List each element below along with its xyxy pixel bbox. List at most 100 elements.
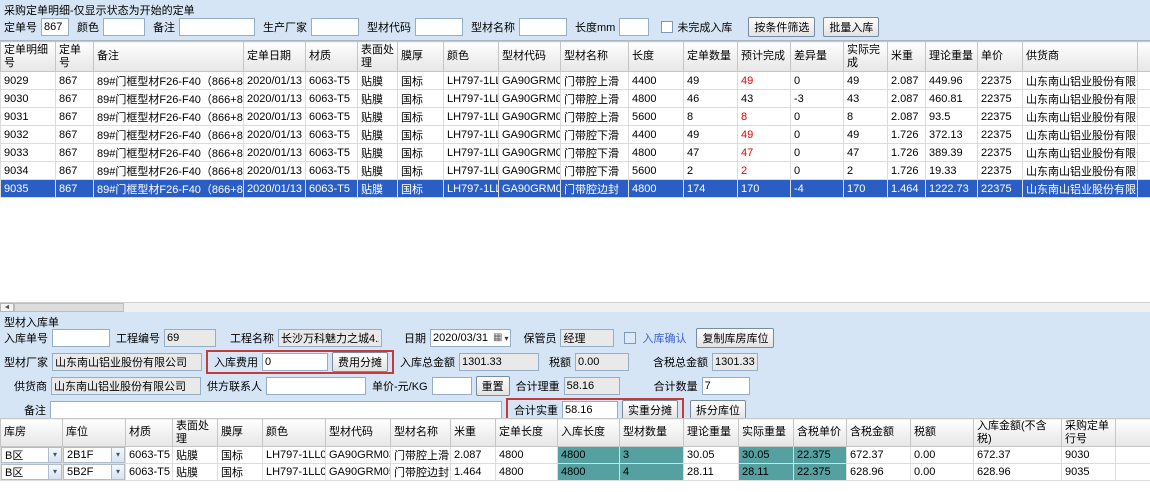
column-header[interactable]: 表面处理	[173, 419, 218, 447]
total-theoretical-weight-input[interactable]	[564, 377, 620, 395]
project-name-input[interactable]	[278, 329, 382, 347]
date-picker[interactable]: ▦ ▾	[430, 329, 511, 347]
warehouse-select[interactable]: B区▾	[1, 464, 62, 480]
cell: 0.00	[911, 464, 974, 481]
total-actual-weight-input[interactable]	[562, 401, 618, 419]
actual-weight-share-button[interactable]: 实重分摊	[622, 400, 678, 420]
column-header[interactable]: 预计完成	[738, 42, 791, 72]
keeper-input[interactable]	[560, 329, 614, 347]
column-header[interactable]: 单价	[978, 42, 1023, 72]
supplier-input[interactable]	[51, 377, 201, 395]
fee-share-button[interactable]: 费用分摊	[332, 352, 388, 372]
column-header[interactable]: 表面处理	[358, 42, 398, 72]
scroll-left-icon[interactable]: ◄	[0, 303, 14, 312]
chevron-down-icon[interactable]: ▾	[504, 334, 508, 343]
inbound-fee-input[interactable]	[262, 353, 328, 371]
profile-code-input[interactable]	[415, 18, 463, 36]
supplier-contact-input[interactable]	[266, 377, 366, 395]
color-input[interactable]	[103, 18, 145, 36]
column-header[interactable]: 理论重量	[684, 419, 739, 447]
column-header[interactable]: 税额	[911, 419, 974, 447]
cell	[1138, 180, 1150, 198]
column-header[interactable]: 定单号	[56, 42, 94, 72]
table-row[interactable]: 903586789#门框型材F26-F40（866+867）2020/01/13…	[1, 180, 1150, 198]
table-row[interactable]: 903286789#门框型材F26-F40（866+867）2020/01/13…	[1, 126, 1150, 144]
chevron-down-icon[interactable]: ▾	[111, 465, 124, 479]
horizontal-scrollbar[interactable]: ◄	[0, 302, 1150, 312]
column-header[interactable]: 长度	[629, 42, 684, 72]
column-header[interactable]: 定单数量	[684, 42, 738, 72]
scrollbar-thumb[interactable]	[14, 303, 124, 312]
remark-input[interactable]	[179, 18, 255, 36]
column-header[interactable]: 备注	[94, 42, 244, 72]
manufacturer-input[interactable]	[311, 18, 359, 36]
table-row[interactable]: 902986789#门框型材F26-F40（866+867）2020/01/13…	[1, 72, 1150, 90]
copy-location-button[interactable]: 复制库房库位	[696, 328, 774, 348]
column-header[interactable]: 含税金额	[847, 419, 911, 447]
unit-price-input[interactable]	[432, 377, 472, 395]
column-header[interactable]: 型材代码	[326, 419, 391, 447]
table-row[interactable]: 903086789#门框型材F26-F40（866+867）2020/01/13…	[1, 90, 1150, 108]
cell: 国标	[218, 447, 263, 464]
filter-button[interactable]: 按条件筛选	[748, 17, 815, 37]
unfinished-checkbox[interactable]	[661, 21, 673, 33]
table-row[interactable]: 903386789#门框型材F26-F40（866+867）2020/01/13…	[1, 144, 1150, 162]
column-header[interactable]: 定单日期	[244, 42, 306, 72]
table-row[interactable]: 903186789#门框型材F26-F40（866+867）2020/01/13…	[1, 108, 1150, 126]
column-header[interactable]: 颜色	[263, 419, 326, 447]
column-header[interactable]: 米重	[451, 419, 496, 447]
order-no-input[interactable]	[41, 18, 69, 36]
column-header[interactable]: 定单明细号	[1, 42, 56, 72]
column-header[interactable]: 供货商	[1023, 42, 1138, 72]
chevron-down-icon[interactable]: ▾	[48, 465, 61, 479]
inbound-remark-input[interactable]	[50, 401, 502, 419]
date-input[interactable]	[433, 331, 491, 345]
column-header[interactable]: 颜色	[444, 42, 499, 72]
column-header[interactable]: 型材名称	[561, 42, 629, 72]
total-with-tax-input[interactable]	[712, 353, 758, 371]
column-header[interactable]: 库位	[63, 419, 126, 447]
project-no-input[interactable]	[164, 329, 216, 347]
column-header[interactable]: 膜厚	[218, 419, 263, 447]
inbound-confirm-checkbox[interactable]	[624, 332, 636, 344]
chevron-down-icon[interactable]: ▾	[111, 448, 124, 462]
column-header[interactable]: 含税单价	[794, 419, 847, 447]
cell: 6063-T5	[126, 464, 173, 481]
column-header[interactable]: 型材数量	[620, 419, 684, 447]
column-header[interactable]: 材质	[126, 419, 173, 447]
column-header[interactable]: 库房	[1, 419, 63, 447]
column-header[interactable]: 实际重量	[739, 419, 794, 447]
column-header[interactable]: 差异量	[791, 42, 844, 72]
location-select[interactable]: 2B1F ▾	[63, 447, 125, 463]
warehouse-select[interactable]: B区▾	[1, 447, 62, 463]
column-header[interactable]: 型材名称	[391, 419, 451, 447]
combo-value: 2B1F	[67, 449, 93, 461]
column-header[interactable]: 定单长度	[496, 419, 558, 447]
table-row[interactable]: B区▾2B1F▾6063-T5贴膜国标LH797-1LL0GA90GRM03门带…	[1, 447, 1150, 464]
total-quantity-input[interactable]	[702, 377, 750, 395]
location-select[interactable]: 5B2F▾	[63, 464, 125, 480]
column-header[interactable]: 理论重量	[926, 42, 978, 72]
table-row[interactable]: 903486789#门框型材F26-F40（866+867）2020/01/13…	[1, 162, 1150, 180]
column-header[interactable]: 材质	[306, 42, 358, 72]
split-location-button[interactable]: 拆分库位	[690, 400, 746, 420]
column-header[interactable]: 米重	[888, 42, 926, 72]
batch-inbound-button[interactable]: 批量入库	[823, 17, 879, 37]
table-row[interactable]: B区▾5B2F▾6063-T5贴膜国标LH797-1LL0GA90GRM05门带…	[1, 464, 1150, 481]
profile-name-input[interactable]	[519, 18, 567, 36]
profile-manufacturer-input[interactable]	[52, 353, 202, 371]
cell: 867	[56, 90, 94, 108]
column-header[interactable]: 入库长度	[558, 419, 620, 447]
column-header[interactable]: 型材代码	[499, 42, 561, 72]
tax-amount-input[interactable]	[575, 353, 629, 371]
calendar-icon[interactable]: ▦	[493, 333, 502, 343]
reset-button[interactable]: 重置	[476, 376, 510, 396]
receipt-no-input[interactable]	[52, 329, 110, 347]
chevron-down-icon[interactable]: ▾	[48, 448, 61, 462]
column-header[interactable]: 膜厚	[398, 42, 444, 72]
column-header[interactable]: 采购定单行号	[1062, 419, 1116, 447]
total-amount-input[interactable]	[459, 353, 539, 371]
column-header[interactable]: 入库金额(不含税)	[974, 419, 1062, 447]
column-header[interactable]: 实际完成	[844, 42, 888, 72]
length-input[interactable]	[619, 18, 649, 36]
